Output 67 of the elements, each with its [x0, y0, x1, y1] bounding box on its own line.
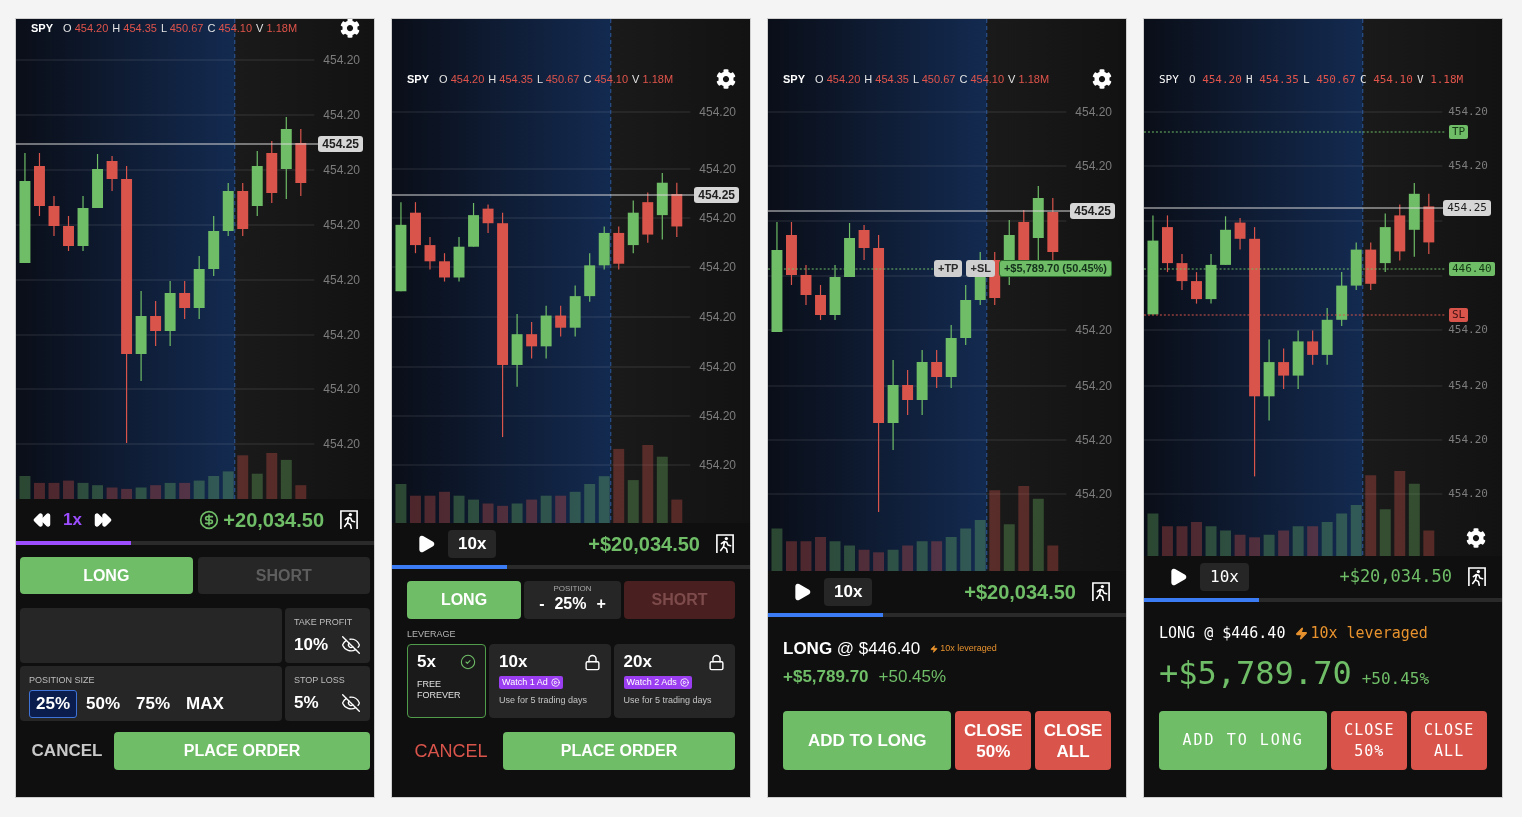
card-label: POSITION SIZE — [29, 675, 96, 686]
account-balance: +$20,034.50 — [1339, 565, 1452, 589]
playback-speed-button[interactable]: 10x — [1200, 563, 1249, 591]
position-size-option[interactable]: MAX — [179, 690, 231, 718]
position-size-option[interactable]: 75% — [129, 690, 178, 718]
close-position-button[interactable]: CLOSE 50% — [955, 711, 1032, 770]
position-size-option[interactable]: 25% — [29, 690, 78, 718]
bolt-icon — [1295, 625, 1309, 641]
decrement-button[interactable]: - — [539, 594, 545, 614]
close-position-button[interactable]: CLOSE ALL — [1411, 711, 1487, 770]
play-circle-icon — [550, 678, 560, 687]
exit-door-icon[interactable] — [1092, 582, 1110, 602]
increment-button[interactable]: + — [596, 594, 606, 614]
profit-percent: +50.45% — [1361, 668, 1430, 690]
watch-ad-badge[interactable]: Watch 1 Ad — [499, 676, 563, 689]
play-button[interactable] — [416, 534, 436, 554]
leverage-note: Use for 5 trading days — [499, 695, 589, 706]
leverage-value: 10x — [499, 651, 528, 674]
stop-loss-value[interactable]: 5% — [294, 693, 319, 713]
playback-speed-button[interactable]: 10x — [824, 578, 873, 606]
position-size-option[interactable]: 50% — [79, 690, 128, 718]
play-circle-icon — [679, 678, 689, 687]
position-entry: LONG @ $446.40 — [783, 638, 921, 661]
play-button[interactable] — [792, 582, 812, 602]
profit-amount: +$5,789.70 — [783, 667, 869, 687]
watch-ad-badge[interactable]: Watch 2 Ads — [623, 676, 692, 689]
leverage-option-card[interactable]: 10x Watch 1 Ad Use for 5 trading days — [489, 644, 611, 718]
leverage-option-card[interactable]: 5x FREE FOREVER — [407, 644, 486, 718]
leverage-label: 10x leveraged — [1310, 622, 1428, 644]
dollar-coin-icon — [199, 510, 220, 530]
leverage-note: FREE FOREVER — [417, 679, 462, 701]
card-label: STOP LOSS — [294, 675, 346, 686]
stepper-label: POSITION — [553, 584, 592, 594]
close-position-button[interactable]: CLOSE 50% — [1331, 711, 1408, 770]
eye-off-icon[interactable] — [341, 635, 361, 655]
position-entry: LONG @ $446.40 — [1159, 622, 1286, 644]
cancel-button[interactable]: CANCEL — [407, 732, 495, 770]
exit-door-icon[interactable] — [716, 534, 734, 554]
progress-track[interactable] — [768, 613, 1126, 617]
progress-track[interactable] — [392, 565, 750, 569]
leverage-option-card[interactable]: 20x Watch 2 Ads Use for 5 trading days — [613, 644, 735, 718]
fast-forward-button[interactable] — [93, 511, 112, 529]
profit-amount: +$5,789.70 — [1159, 655, 1352, 691]
account-balance: +$20,034.50 — [964, 580, 1076, 605]
leverage-label: 10x leveraged — [940, 642, 997, 656]
bolt-icon — [930, 644, 939, 654]
leverage-note: Use for 5 trading days — [623, 695, 713, 706]
playback-speed-button[interactable]: 10x — [448, 530, 497, 558]
exit-door-icon[interactable] — [1468, 567, 1486, 587]
exit-door-icon[interactable] — [340, 510, 358, 530]
position-value: 25% — [554, 594, 587, 614]
rewind-button[interactable] — [33, 511, 51, 529]
take-profit-value[interactable]: 10% — [294, 635, 329, 655]
progress-track[interactable] — [1144, 598, 1502, 602]
eye-off-icon[interactable] — [341, 693, 361, 713]
account-balance: +$20,034.50 — [588, 532, 700, 557]
account-balance: +20,034.50 — [223, 508, 324, 533]
playback-speed[interactable]: 1x — [63, 507, 82, 533]
play-button[interactable] — [1168, 567, 1188, 587]
cancel-button[interactable]: CANCEL — [20, 732, 114, 770]
close-position-button[interactable]: CLOSE ALL — [1035, 711, 1111, 770]
card-label: TAKE PROFIT — [294, 617, 354, 628]
leverage-value: 20x — [623, 651, 652, 674]
leverage-value: 5x — [417, 651, 436, 674]
progress-track[interactable] — [16, 541, 374, 545]
profit-percent: +50.45% — [878, 667, 947, 687]
section-label: LEVERAGE — [407, 629, 457, 640]
